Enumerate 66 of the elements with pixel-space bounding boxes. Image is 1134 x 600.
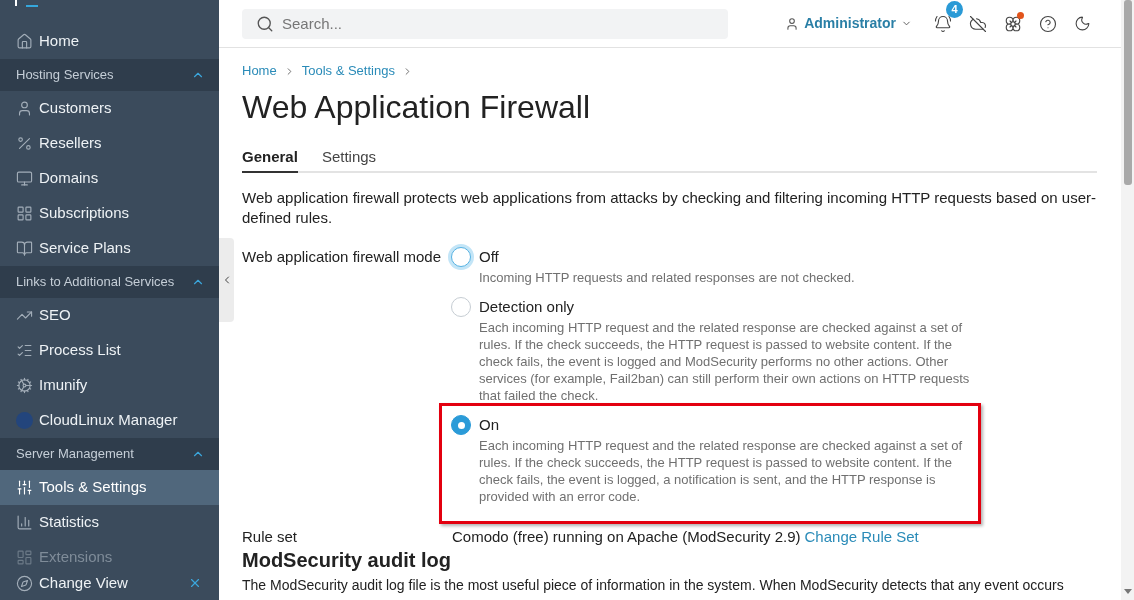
book-icon	[16, 240, 33, 257]
section-header[interactable]: Hosting Services	[0, 59, 219, 91]
sliders-icon	[16, 479, 33, 496]
change-view-link[interactable]: Change View	[16, 571, 128, 595]
breadcrumb-link[interactable]: Home	[242, 63, 277, 79]
cloud-off-icon	[968, 14, 987, 33]
bar-chart-icon	[16, 514, 33, 531]
sidebar-item[interactable]: Service Plans	[0, 231, 219, 266]
audit-log-text: The ModSecurity audit log file is the most useful piece of information in the system. When ModSecurity detects that any event occurs	[242, 576, 1064, 594]
scroll-down-arrow-icon[interactable]	[1123, 589, 1132, 594]
disc-icon	[16, 412, 33, 429]
page-description: Web application firewall protects web applications from attacks by checking and filtering incoming HTTP requests based on user-defined rules.	[242, 188, 1097, 228]
field-label: Rule set	[242, 527, 299, 547]
radio-button[interactable]	[451, 415, 471, 435]
sidebar-item[interactable]: CloudLinux Manager	[0, 403, 219, 438]
moon-icon	[1074, 15, 1091, 32]
tab[interactable]: Settings	[321, 147, 377, 173]
home-icon	[16, 33, 33, 50]
person-icon	[16, 100, 33, 117]
percent-icon	[16, 135, 33, 152]
monitor-icon	[16, 170, 33, 187]
compass-icon	[16, 574, 33, 592]
option-description: Each incoming HTTP request and the related response are checked against a set of rules. If the check succeeds, the HTTP request is passed to website content. If the check fails, the event is logged, a notification is sent, and the HTTP response is provided with an error code.	[479, 437, 964, 505]
checklist-icon	[16, 342, 33, 359]
sidebar-item[interactable]: Statistics	[0, 505, 219, 540]
collapse-handle[interactable]	[219, 238, 234, 322]
sidebar-item[interactable]: Customers	[0, 91, 219, 126]
grid-icon	[16, 205, 33, 222]
change-rule-set-link[interactable]: Change Rule Set	[804, 527, 919, 547]
sidebar-item[interactable]: SEO	[0, 298, 219, 333]
gear-icon	[16, 377, 33, 394]
sidebar-item[interactable]: Resellers	[0, 126, 219, 161]
logo-drawing	[15, 0, 39, 7]
section-header[interactable]: Server Management	[0, 438, 219, 470]
section-header[interactable]: Links to Additional Services	[0, 266, 219, 298]
help-icon	[1038, 14, 1057, 33]
search-icon	[256, 14, 274, 33]
user-icon	[785, 16, 800, 31]
sidebar-item[interactable]: Home	[0, 24, 219, 59]
sidebar-item[interactable]: Imunify	[0, 368, 219, 403]
rule-set-value: Comodo (free) running on Apache (ModSecurity 2.9)	[452, 527, 801, 547]
search-field[interactable]: Search...	[242, 8, 728, 39]
sidebar-item[interactable]: Subscriptions	[0, 196, 219, 231]
section-heading: ModSecurity audit log	[242, 548, 452, 573]
page-title: Web Application Firewall	[242, 88, 591, 127]
sidebar-item[interactable]: Domains	[0, 161, 219, 196]
option-label: Off	[479, 247, 500, 267]
bell-icon	[933, 14, 952, 33]
scrollbar-track[interactable]	[1121, 0, 1134, 600]
radio-button[interactable]	[451, 297, 471, 317]
close-icon	[188, 576, 202, 590]
blocks-icon	[16, 549, 33, 566]
scrollbar-thumb[interactable]	[1123, 0, 1132, 185]
tab[interactable]: General	[242, 147, 298, 173]
option-description: Each incoming HTTP request and the related response are checked against a set of rules. If the check succeeds, the HTTP request is passed to website content. If the check fails, the event is logged and ModSecurity performs no other actions. Other services (for example, Fail2ban) can still perform their own actions on HTTP requests that failed the check.	[479, 319, 971, 404]
flower-icon	[1003, 14, 1022, 33]
sidebar-item[interactable]: Process List	[0, 333, 219, 368]
option-label: Detection only	[479, 297, 576, 317]
option-description: Incoming HTTP requests and related responses are not checked.	[479, 269, 856, 286]
field-label: Web application firewall mode	[242, 247, 442, 267]
user-menu[interactable]: Administrator	[785, 13, 912, 34]
breadcrumb-link[interactable]: Tools & Settings	[301, 63, 395, 79]
option-label: On	[479, 415, 500, 435]
notification-badge: 4	[946, 1, 963, 18]
sidebar-item[interactable]: Tools & Settings	[0, 470, 219, 505]
close-button[interactable]	[188, 576, 202, 590]
